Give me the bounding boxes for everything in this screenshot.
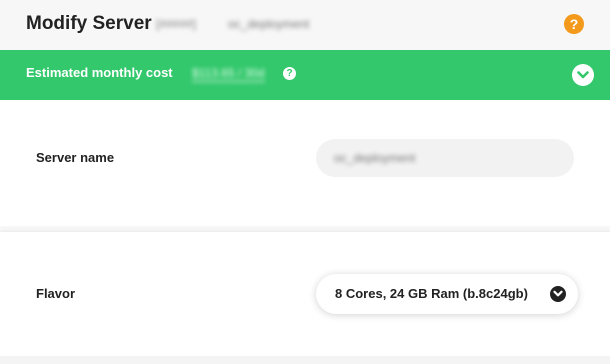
modify-server-dialog: Modify Server [#####] oc_deployment ? Es… xyxy=(0,0,610,364)
flavor-label: Flavor xyxy=(36,286,76,301)
help-icon[interactable]: ? xyxy=(564,14,584,34)
server-name-input[interactable]: oc_deployment xyxy=(316,139,574,177)
server-name-label: Server name xyxy=(36,150,115,165)
server-name-section: Server name oc_deployment xyxy=(0,100,610,226)
server-id-badge: [#####] xyxy=(156,17,197,31)
flavor-selected-value: 8 Cores, 24 GB Ram (b.8c24gb) xyxy=(335,286,528,301)
dialog-header: Modify Server [#####] oc_deployment ? xyxy=(0,0,610,50)
section-divider xyxy=(0,356,610,364)
server-ident-name: oc_deployment xyxy=(228,17,310,31)
page-title: Modify Server xyxy=(26,13,152,34)
estimated-cost-value[interactable]: $113.65 / 30d xyxy=(192,66,265,82)
cost-help-icon[interactable]: ? xyxy=(283,67,296,80)
server-name-value: oc_deployment xyxy=(334,151,416,165)
estimated-cost-label: Estimated monthly cost xyxy=(26,65,173,80)
flavor-section: Flavor 8 Cores, 24 GB Ram (b.8c24gb) xyxy=(0,232,610,356)
chevron-down-icon[interactable] xyxy=(572,64,594,86)
estimated-cost-bar[interactable]: Estimated monthly cost $113.65 / 30d ? xyxy=(0,50,610,100)
chevron-down-icon[interactable] xyxy=(550,286,566,302)
flavor-select[interactable]: 8 Cores, 24 GB Ram (b.8c24gb) xyxy=(316,274,578,314)
